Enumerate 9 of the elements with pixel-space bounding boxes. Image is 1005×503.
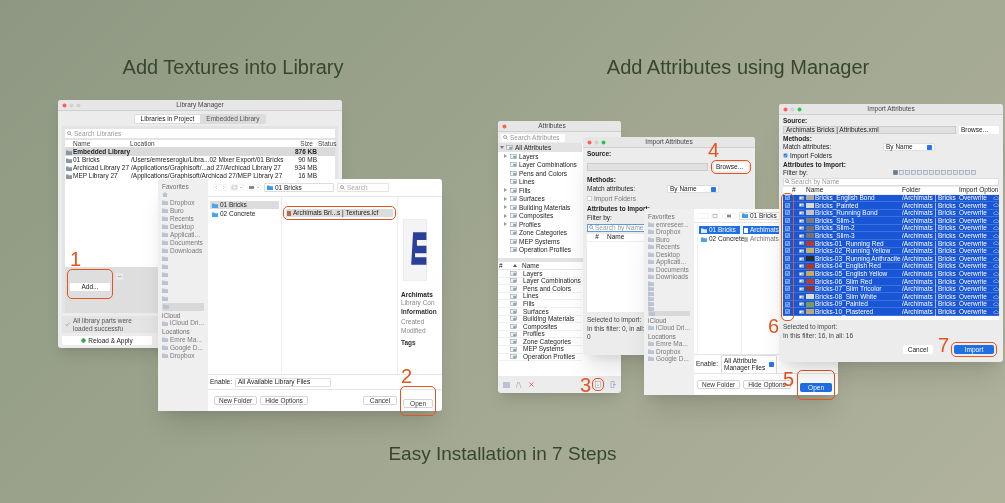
step-number: 7 [938, 335, 950, 355]
section-heading: Add Attributes using Manager [606, 55, 870, 80]
step-number: 6 [768, 315, 780, 336]
footer-heading: Easy Installation in 7 Steps [388, 442, 617, 466]
step-number: 4 [708, 139, 720, 160]
section-heading: Add Textures into Library [122, 55, 344, 80]
step-number: 3 [580, 375, 592, 395]
step-number: 2 [401, 365, 413, 386]
step-number: 1 [70, 249, 82, 269]
